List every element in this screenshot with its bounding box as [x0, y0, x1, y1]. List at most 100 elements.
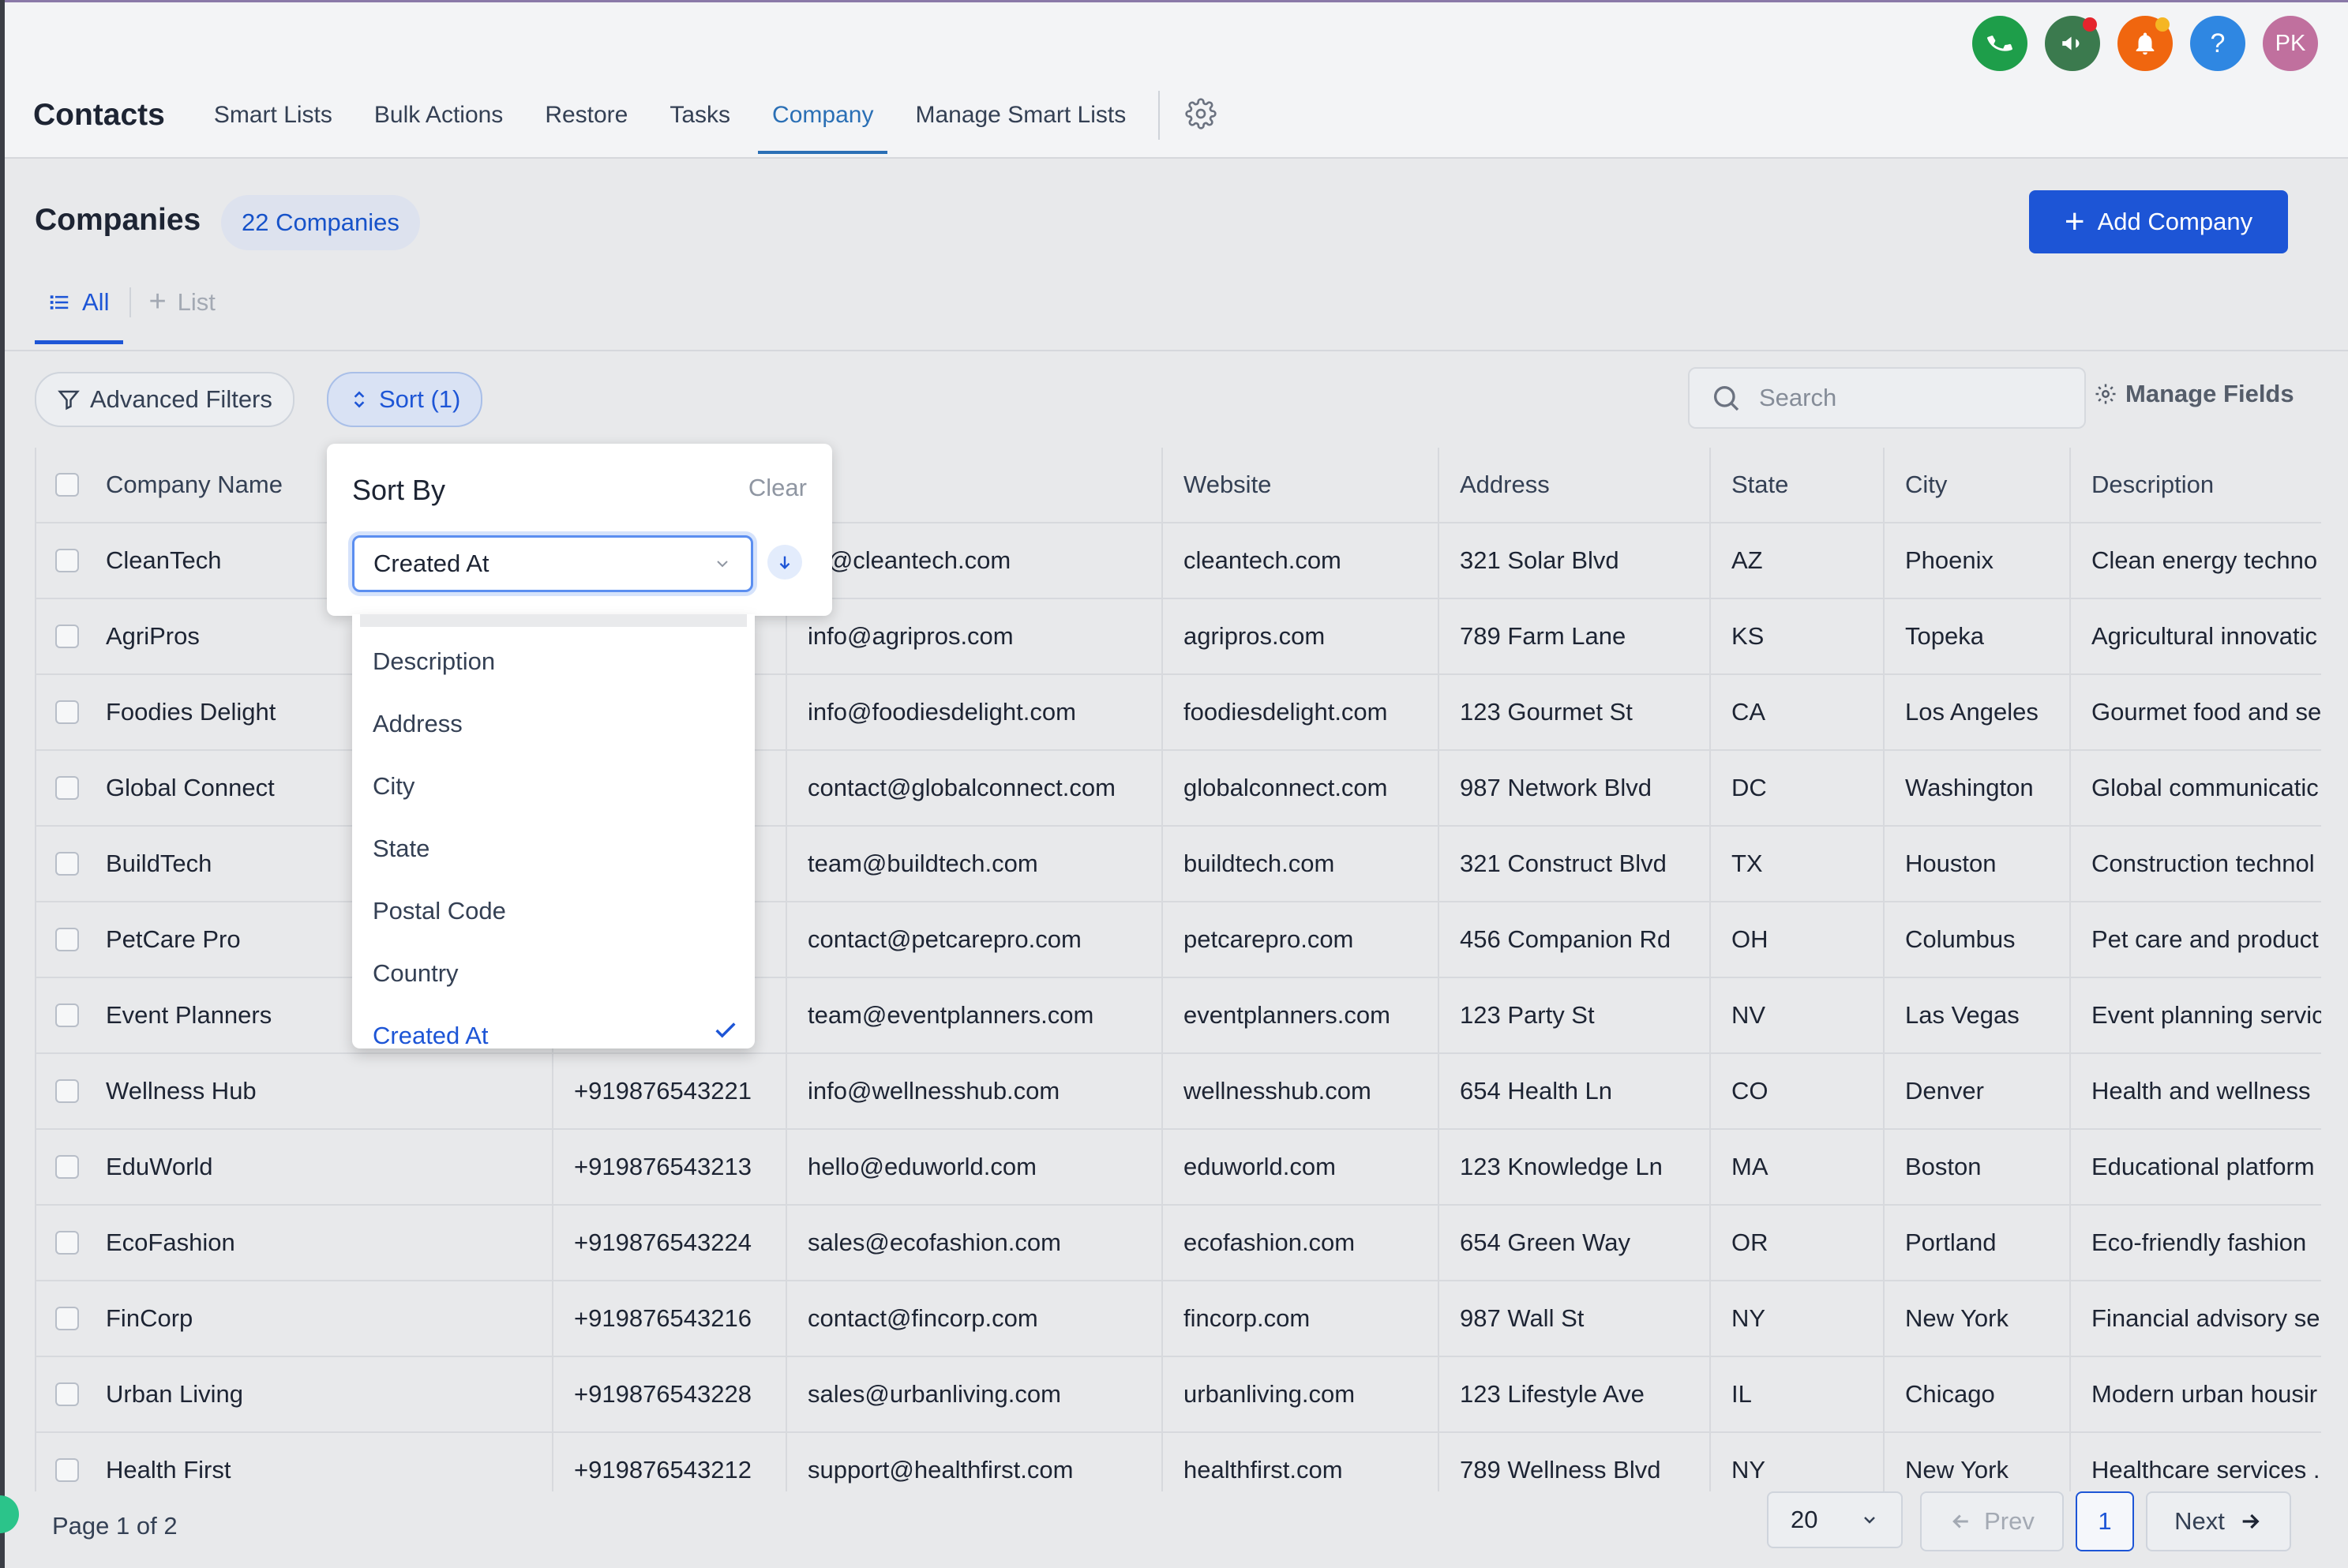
cell-phone: +919876543212 [553, 1432, 787, 1491]
table-row[interactable]: Wellness Hub +919876543221 info@wellnesshu… [36, 1053, 2321, 1130]
app-header: ? PK Contacts Smart Lists Bulk Actions R… [5, 2, 2348, 159]
sort-option-created-at[interactable]: Created At [373, 1022, 488, 1050]
sort-option-state[interactable]: State [373, 835, 429, 863]
table-row[interactable]: Urban Living +919876543228 sales@urbanlivi… [36, 1356, 2321, 1433]
sort-button[interactable]: Sort (1) [327, 372, 483, 427]
table-row[interactable]: FinCorp +919876543216 contact@fincorp.com f… [36, 1281, 2321, 1357]
nav-manage-smart-lists[interactable]: Manage Smart Lists [915, 102, 1126, 129]
cell-email: contact@globalconnect.com [786, 750, 1163, 827]
sort-option-postal-code[interactable]: Postal Code [373, 897, 506, 925]
cell-state: KS [1710, 598, 1885, 675]
avatar[interactable]: PK [2263, 16, 2318, 71]
sort-field-dropdown: Description Address City State Postal Co… [352, 614, 755, 1050]
cell-email: support@healthfirst.com [786, 1432, 1163, 1491]
column-header[interactable]: State [1710, 448, 1885, 523]
manage-fields-button[interactable]: Manage Fields [2094, 380, 2294, 408]
cell-phone: +919876543224 [553, 1205, 787, 1281]
notification-dot [2083, 17, 2097, 32]
cell-description: Event planning servic [2070, 977, 2321, 1054]
cell-description: Gourmet food and se [2070, 674, 2321, 751]
page-size-select[interactable]: 20 [1767, 1491, 1903, 1548]
row-checkbox[interactable] [55, 1003, 79, 1027]
search-icon [1714, 386, 1739, 411]
cell-address: 789 Wellness Blvd [1438, 1432, 1711, 1491]
cell-description: Modern urban housir [2070, 1356, 2321, 1433]
company-count-badge: 22 Companies [221, 195, 420, 250]
column-header[interactable]: Description [2070, 448, 2321, 523]
cell-website: petcarepro.com [1162, 902, 1439, 978]
row-checkbox[interactable] [55, 1458, 79, 1482]
cell-email: info@agripros.com [786, 598, 1163, 675]
column-header[interactable]: City [1884, 448, 2071, 523]
sort-label: Sort (1) [379, 385, 461, 413]
megaphone-icon[interactable] [2045, 16, 2100, 71]
cell-description: Health and wellness [2070, 1053, 2321, 1130]
sort-direction-button[interactable] [767, 545, 802, 580]
cell-website: wellnesshub.com [1162, 1053, 1439, 1130]
cell-email: team@eventplanners.com [786, 977, 1163, 1054]
row-checkbox[interactable] [55, 776, 79, 800]
table-row[interactable]: EcoFashion +919876543224 sales@ecofashion.… [36, 1205, 2321, 1281]
row-checkbox[interactable] [55, 700, 79, 724]
add-company-button[interactable]: + Add Company [2029, 190, 2288, 253]
row-select-cell [36, 1053, 106, 1130]
cell-website: globalconnect.com [1162, 750, 1439, 827]
next-page-button[interactable]: Next [2146, 1491, 2291, 1551]
row-checkbox[interactable] [55, 1079, 79, 1103]
select-all-checkbox[interactable] [55, 473, 79, 497]
sort-option-address[interactable]: Address [373, 710, 463, 738]
table-row[interactable]: Health First +919876543212 support@healthf… [36, 1432, 2321, 1491]
nav-bulk-actions[interactable]: Bulk Actions [374, 102, 503, 129]
cell-description: Agricultural innovatic [2070, 598, 2321, 675]
chevron-down-icon [1864, 1517, 1875, 1524]
advanced-filters-button[interactable]: Advanced Filters [35, 372, 294, 427]
nav-tasks[interactable]: Tasks [670, 102, 730, 129]
sort-clear-button[interactable]: Clear [748, 474, 807, 502]
next-label: Next [2174, 1507, 2225, 1535]
help-icon[interactable]: ? [2190, 16, 2245, 71]
phone-icon[interactable] [1972, 16, 2027, 71]
row-checkbox[interactable] [55, 625, 79, 648]
nav-smart-lists[interactable]: Smart Lists [214, 102, 332, 129]
row-checkbox[interactable] [55, 852, 79, 876]
tab-all[interactable]: All [35, 288, 124, 344]
column-header[interactable]: Address [1438, 448, 1711, 523]
nav-restore[interactable]: Restore [545, 102, 628, 129]
sort-arrows-icon [354, 391, 365, 408]
sort-option-country[interactable]: Country [373, 959, 459, 988]
tab-divider [129, 287, 132, 317]
bell-icon[interactable] [2117, 16, 2173, 71]
cell-website: ecofashion.com [1162, 1205, 1439, 1281]
cell-website: fincorp.com [1162, 1281, 1439, 1357]
sort-option-description[interactable]: Description [373, 647, 495, 676]
prev-page-button[interactable]: Prev [1920, 1491, 2064, 1551]
page-number-button[interactable]: 1 [2076, 1491, 2134, 1551]
page-size-value: 20 [1791, 1506, 1818, 1533]
search-input[interactable]: Search [1688, 367, 2086, 429]
cell-email: contact@petcarepro.com [786, 902, 1163, 978]
cell-state: CO [1710, 1053, 1885, 1130]
table-row[interactable]: EduWorld +919876543213 hello@eduworld.com e… [36, 1129, 2321, 1206]
sort-panel: Sort By Clear Created At [327, 444, 832, 616]
nav-company[interactable]: Company [757, 102, 888, 154]
column-header[interactable]: Website [1162, 448, 1439, 523]
tab-add-list[interactable]: + List [148, 285, 215, 319]
cell-city: Los Angeles [1884, 674, 2071, 751]
column-header[interactable]: ail [786, 448, 1163, 523]
row-checkbox[interactable] [55, 1155, 79, 1179]
cell-description: Construction technol [2070, 826, 2321, 902]
sort-field-select[interactable]: Created At [352, 535, 753, 592]
row-checkbox[interactable] [55, 549, 79, 572]
sort-option-city[interactable]: City [373, 772, 414, 801]
cell-description: Educational platform [2070, 1129, 2321, 1206]
cell-city: Topeka [1884, 598, 2071, 675]
settings-gear-icon[interactable] [1185, 97, 1217, 133]
row-checkbox[interactable] [55, 1382, 79, 1406]
row-checkbox[interactable] [55, 928, 79, 951]
row-checkbox[interactable] [55, 1307, 79, 1330]
cell-website: foodiesdelight.com [1162, 674, 1439, 751]
cell-city: New York [1884, 1281, 2071, 1357]
cell-phone: +919876543213 [553, 1129, 787, 1206]
row-select-cell [36, 1356, 106, 1433]
row-checkbox[interactable] [55, 1231, 79, 1255]
